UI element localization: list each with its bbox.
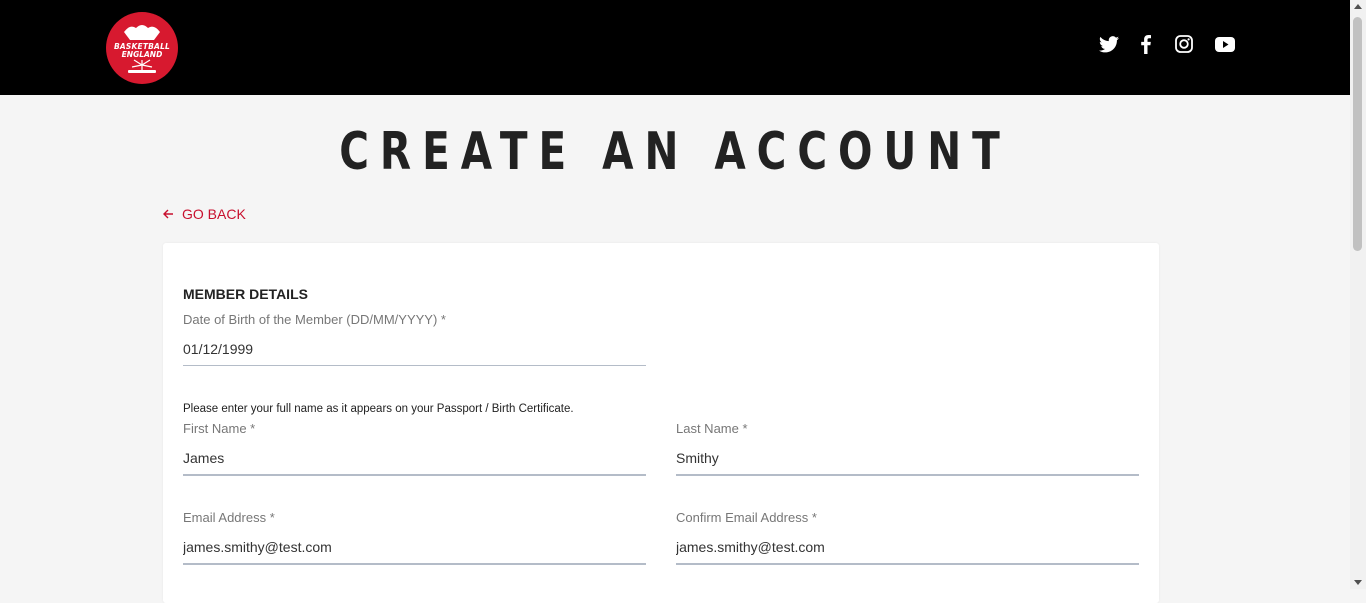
- dob-input[interactable]: [183, 339, 646, 366]
- scroll-down-arrow-icon[interactable]: [1354, 580, 1362, 585]
- basketball-england-logo[interactable]: BASKETBALL ENGLAND: [106, 12, 178, 84]
- section-heading-member-details: MEMBER DETAILS: [183, 286, 308, 302]
- go-back-label: GO BACK: [182, 206, 246, 222]
- logo-text-england: ENGLAND: [121, 50, 163, 59]
- site-header: BASKETBALL ENGLAND: [0, 0, 1350, 95]
- last-name-label: Last Name *: [676, 421, 748, 436]
- email-label: Email Address *: [183, 510, 275, 525]
- page-scrollbar[interactable]: [1350, 0, 1366, 589]
- facebook-link[interactable]: [1138, 34, 1154, 54]
- twitter-icon: [1099, 35, 1119, 52]
- instagram-icon: [1175, 35, 1193, 53]
- scrollbar-thumb[interactable]: [1353, 17, 1362, 251]
- first-name-label: First Name *: [183, 421, 256, 436]
- instagram-link[interactable]: [1173, 34, 1195, 54]
- email-input[interactable]: [183, 537, 646, 565]
- logo-ribbon: [128, 70, 156, 73]
- dob-label: Date of Birth of the Member (DD/MM/YYYY)…: [183, 312, 446, 327]
- confirm-email-input[interactable]: [676, 537, 1139, 565]
- twitter-link[interactable]: [1098, 34, 1120, 54]
- last-name-input[interactable]: [676, 448, 1139, 476]
- youtube-link[interactable]: [1213, 34, 1237, 54]
- facebook-icon: [1141, 34, 1151, 54]
- arrow-left-icon: [163, 206, 174, 222]
- account-form-card: MEMBER DETAILS Date of Birth of the Memb…: [163, 243, 1159, 603]
- youtube-icon: [1215, 36, 1235, 52]
- confirm-email-label: Confirm Email Address *: [676, 510, 817, 525]
- first-name-input[interactable]: [183, 448, 646, 476]
- go-back-link[interactable]: GO BACK: [163, 205, 246, 223]
- page-title: CREATE AN ACCOUNT: [339, 122, 1011, 182]
- full-name-helper-text: Please enter your full name as it appear…: [183, 403, 574, 415]
- scroll-up-arrow-icon[interactable]: [1354, 4, 1362, 9]
